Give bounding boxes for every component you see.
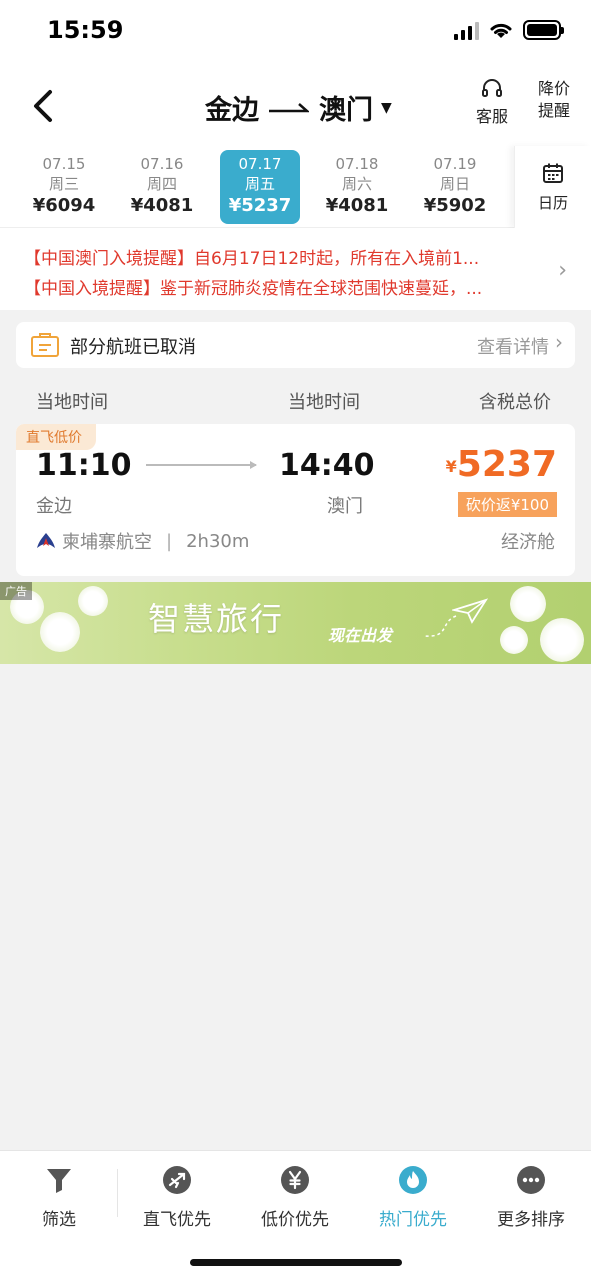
price-alert-label-2: 提醒	[538, 101, 571, 120]
flight-arrow-icon	[146, 461, 257, 469]
price-value: 5237	[456, 444, 557, 485]
price-alert-button[interactable]: 降价 提醒	[538, 78, 570, 122]
rebate-badge: 砍价返¥100	[457, 492, 557, 517]
ticket-icon	[31, 333, 59, 357]
back-icon[interactable]	[26, 86, 66, 126]
date-label: 07.18	[335, 155, 379, 173]
tab-label: 直飞优先	[143, 1210, 211, 1230]
departure-time: 11:10	[36, 448, 132, 483]
currency-symbol: ¥	[445, 457, 457, 476]
origin-city: 金边	[205, 95, 259, 126]
tab-label: 筛选	[42, 1210, 76, 1230]
customer-service-button[interactable]: 客服	[476, 78, 508, 128]
ad-tag: 广告	[0, 582, 32, 600]
date-label: 07.19	[433, 155, 477, 173]
weekday-label: 周六	[341, 175, 372, 193]
cancelled-flights-label: 部分航班已取消	[70, 337, 196, 358]
departure-city: 金边	[36, 496, 72, 517]
tab-popular-first[interactable]: 热门优先	[363, 1165, 463, 1230]
date-label: 07.17	[238, 155, 282, 173]
arrival-time: 14:40	[279, 448, 375, 483]
date-price: ¥4081	[325, 195, 389, 216]
date-label: 07.16	[140, 155, 184, 173]
notice-text: 【中国澳门入境提醒】自6月17日12时起，所有在入境前1...	[24, 249, 480, 269]
date-selector: 07.15 周三 ¥6094 07.16 周四 ¥4081 07.17 周五 ¥…	[0, 146, 591, 228]
tab-label: 低价优先	[261, 1210, 329, 1230]
calendar-icon	[543, 163, 563, 183]
chevron-down-icon: ▼	[381, 99, 392, 116]
route-arrow-icon	[269, 102, 309, 112]
arr-time-header: 当地时间	[288, 392, 360, 413]
tab-filter[interactable]: 筛选	[9, 1165, 109, 1230]
filter-icon	[47, 1169, 71, 1193]
date-item[interactable]: 07.18 周六 ¥4081	[317, 150, 397, 224]
calendar-button[interactable]: 日历	[514, 146, 591, 228]
date-price: ¥5237	[228, 195, 292, 216]
status-time: 15:59	[47, 16, 124, 44]
date-price: ¥5902	[423, 195, 487, 216]
view-details-link[interactable]: 查看详情	[477, 333, 549, 359]
yen-icon	[281, 1166, 309, 1194]
tab-low-price-first[interactable]: 低价优先	[245, 1165, 345, 1230]
chevron-right-icon: ›	[555, 330, 563, 354]
price-alert-label-1: 降价	[538, 79, 571, 98]
nav-header: 金边 澳门 ▼ 客服 降价 提醒	[0, 66, 591, 146]
flight-tag: 直飞低价	[16, 424, 96, 450]
cabin-class: 经济舱	[501, 532, 555, 553]
home-indicator[interactable]	[190, 1259, 402, 1266]
signal-icon	[454, 20, 479, 40]
headset-icon	[482, 79, 502, 97]
flight-duration: 2h30m	[186, 530, 250, 552]
date-price: ¥4081	[130, 195, 194, 216]
chevron-right-icon: ›	[558, 258, 567, 283]
date-item[interactable]: 07.15 周三 ¥6094	[24, 150, 104, 224]
entry-notices[interactable]: 【中国澳门入境提醒】自6月17日12时起，所有在入境前1... 【中国入境提醒】…	[0, 228, 591, 310]
dep-time-header: 当地时间	[36, 392, 108, 413]
tab-direct-first[interactable]: 直飞优先	[127, 1165, 227, 1230]
flame-icon	[399, 1166, 427, 1194]
flight-price: ¥5237	[446, 444, 557, 485]
tab-label: 更多排序	[497, 1210, 565, 1230]
date-label: 07.15	[42, 155, 86, 173]
dashed-trail-icon	[423, 615, 457, 637]
destination-city: 澳门	[319, 95, 373, 126]
ad-title: 智慧旅行	[148, 600, 285, 638]
notice-text: 【中国入境提醒】鉴于新冠肺炎疫情在全球范围快速蔓延，...	[24, 279, 483, 299]
battery-icon	[523, 20, 564, 40]
plane-icon	[163, 1166, 191, 1194]
weekday-label: 周四	[146, 175, 177, 193]
tab-more-sort[interactable]: 更多排序	[481, 1165, 581, 1230]
cancelled-flights-bar[interactable]: 部分航班已取消 查看详情 ›	[16, 322, 575, 368]
price-header: 含税总价	[479, 392, 551, 413]
separator: |	[166, 530, 173, 552]
date-item-selected[interactable]: 07.17 周五 ¥5237	[220, 150, 300, 224]
status-icons	[454, 20, 564, 40]
ad-banner[interactable]: 广告 智慧旅行 现在出发	[0, 582, 591, 664]
status-bar: 15:59	[0, 0, 591, 66]
weekday-label: 周三	[48, 175, 79, 193]
airline-info: 柬埔寨航空 | 2h30m	[36, 528, 249, 554]
date-item[interactable]: 07.16 周四 ¥4081	[122, 150, 202, 224]
weekday-label: 周日	[439, 175, 470, 193]
customer-service-label: 客服	[476, 107, 509, 126]
airline-logo-icon	[37, 533, 55, 548]
tab-divider	[117, 1169, 118, 1217]
flight-card[interactable]: 直飞低价 11:10 14:40 金边 澳门 ¥5237 砍价返¥100 柬埔寨…	[16, 424, 575, 576]
wifi-icon	[490, 23, 512, 38]
date-item[interactable]: 07.19 周日 ¥5902	[415, 150, 495, 224]
arrival-city: 澳门	[327, 496, 363, 517]
date-price: ¥6094	[32, 195, 96, 216]
ad-subtitle: 现在出发	[328, 626, 393, 645]
airline-name: 柬埔寨航空	[62, 532, 152, 553]
tab-label: 热门优先	[379, 1210, 447, 1230]
weekday-label: 周五	[244, 175, 275, 193]
route-selector[interactable]: 金边 澳门 ▼	[205, 88, 392, 127]
calendar-label: 日历	[537, 194, 568, 212]
more-icon	[517, 1166, 545, 1194]
